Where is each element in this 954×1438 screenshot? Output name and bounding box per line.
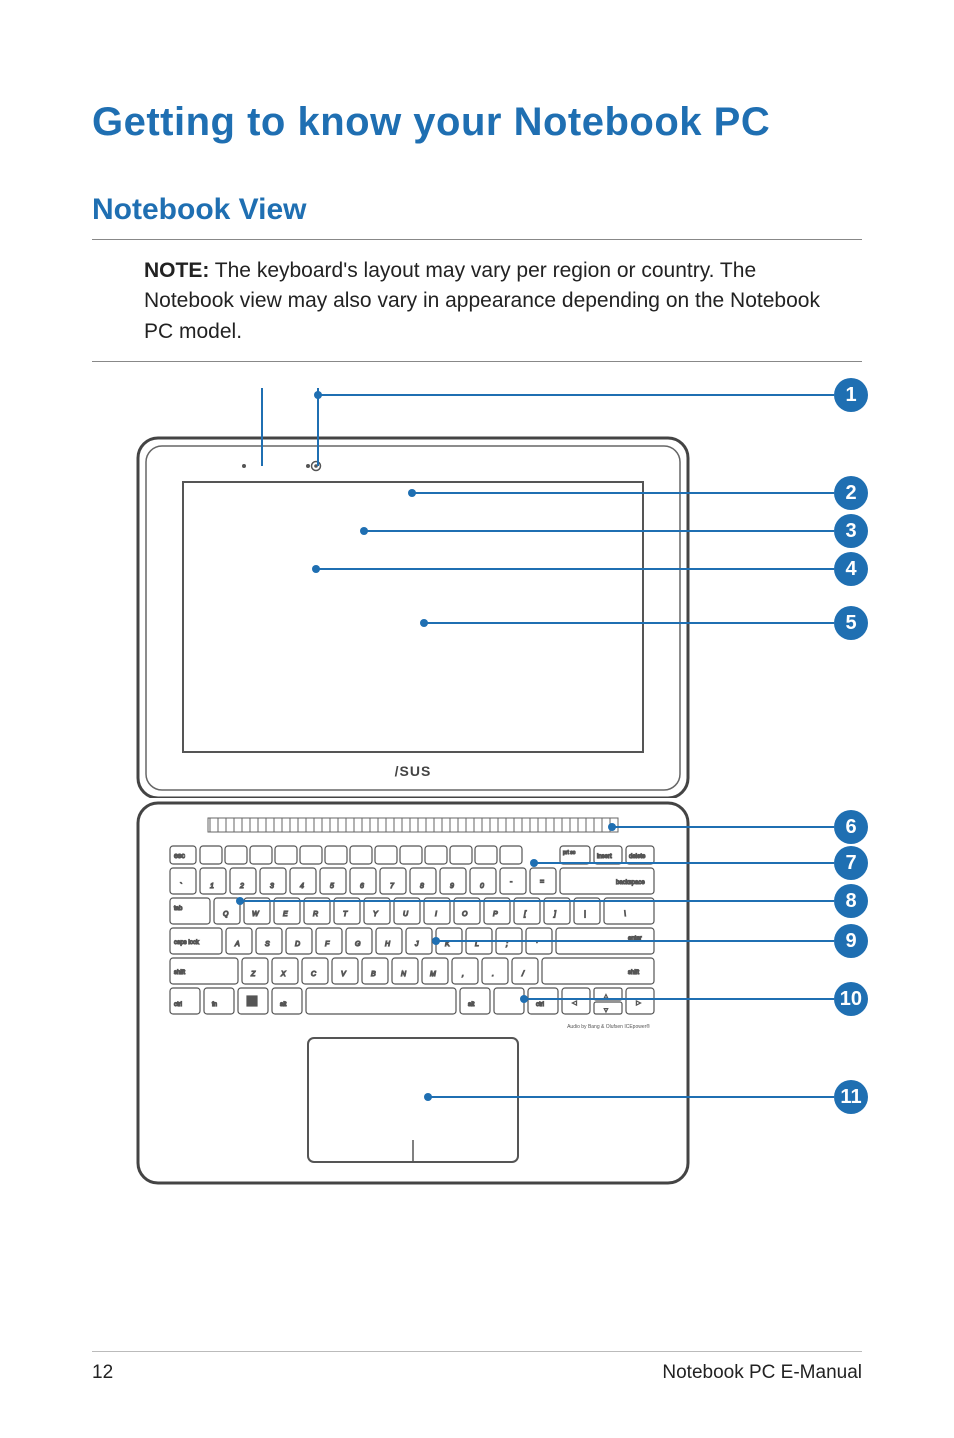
- svg-text:Q: Q: [223, 911, 229, 918]
- callout-11: 11: [834, 1080, 868, 1114]
- mic-dot: [242, 464, 246, 468]
- divider: [92, 361, 862, 362]
- svg-text:X: X: [280, 971, 286, 978]
- svg-text:Z: Z: [250, 971, 256, 978]
- sensor-dot: [306, 464, 310, 468]
- svg-text:E: E: [283, 911, 288, 918]
- svg-text:shift: shift: [174, 970, 185, 976]
- svg-text:/SUS: /SUS: [395, 763, 432, 779]
- svg-text:ctrl: ctrl: [174, 1002, 182, 1008]
- callout-4: 4: [834, 552, 868, 586]
- svg-text:ctrl: ctrl: [536, 1002, 544, 1008]
- section-heading: Notebook View: [92, 193, 862, 227]
- svg-text:9: 9: [450, 883, 454, 890]
- svg-text:B: B: [371, 971, 376, 978]
- svg-text:I: I: [435, 911, 437, 918]
- svg-text:8: 8: [420, 883, 424, 890]
- svg-text:A: A: [234, 941, 240, 948]
- callout-number: 9: [834, 924, 868, 958]
- svg-text:=: =: [540, 879, 544, 886]
- svg-text:esc: esc: [174, 853, 185, 860]
- footer-title: Notebook PC E-Manual: [662, 1362, 862, 1384]
- svg-text:M: M: [430, 971, 436, 978]
- svg-text:T: T: [343, 911, 348, 918]
- callout-number: 1: [834, 378, 868, 412]
- callout-number: 7: [834, 846, 868, 880]
- callout-number: 2: [834, 476, 868, 510]
- page-footer: 12 Notebook PC E-Manual: [92, 1351, 862, 1384]
- svg-text:3: 3: [270, 883, 274, 890]
- svg-text:G: G: [355, 941, 361, 948]
- callout-5: 5: [834, 606, 868, 640]
- svg-text:J: J: [414, 941, 419, 948]
- callout-10: 10: [834, 982, 868, 1016]
- callout-number: 4: [834, 552, 868, 586]
- speaker-grille: [208, 818, 618, 832]
- callout-9: 9: [834, 924, 868, 958]
- callout-7: 7: [834, 846, 868, 880]
- callout-number: 5: [834, 606, 868, 640]
- svg-text:alt: alt: [280, 1002, 287, 1008]
- callout-number: 11: [834, 1080, 868, 1114]
- svg-text:F: F: [325, 941, 330, 948]
- svg-text:,: ,: [462, 971, 464, 978]
- svg-text:1: 1: [210, 883, 214, 890]
- svg-text:S: S: [265, 941, 270, 948]
- callout-number: 8: [834, 884, 868, 918]
- svg-text:5: 5: [330, 883, 334, 890]
- svg-text:fn: fn: [212, 1002, 217, 1008]
- svg-text:tab: tab: [174, 906, 183, 912]
- svg-text:4: 4: [300, 883, 304, 890]
- svg-text:caps lock: caps lock: [174, 940, 200, 946]
- svg-text:R: R: [313, 911, 318, 918]
- callout-1: 1: [834, 378, 868, 412]
- callout-2: 2: [834, 476, 868, 510]
- notebook-diagram: /SUS esc: [92, 378, 862, 1208]
- divider: [92, 239, 862, 240]
- svg-text:alt: alt: [468, 1002, 475, 1008]
- callout-3: 3: [834, 514, 868, 548]
- callout-8: 8: [834, 884, 868, 918]
- manual-page: Getting to know your Notebook PC Noteboo…: [0, 0, 954, 1438]
- svg-text:;: ;: [506, 941, 508, 948]
- svg-text:K: K: [445, 941, 450, 948]
- svg-text:D: D: [295, 941, 300, 948]
- svg-text:2: 2: [239, 883, 244, 890]
- page-number: 12: [92, 1362, 113, 1384]
- callout-number: 10: [834, 982, 868, 1016]
- svg-text:P: P: [493, 911, 498, 918]
- brand-logo: /SUS: [395, 763, 432, 779]
- svg-text:6: 6: [360, 883, 364, 890]
- svg-text:`: `: [180, 883, 182, 890]
- note-block: NOTE: The keyboard's layout may vary per…: [92, 256, 862, 347]
- note-label: NOTE:: [144, 259, 209, 282]
- page-title: Getting to know your Notebook PC: [92, 100, 862, 145]
- note-text: The keyboard's layout may vary per regio…: [144, 259, 820, 343]
- svg-text:0: 0: [480, 883, 484, 890]
- svg-text:.: .: [492, 971, 494, 978]
- svg-text:O: O: [462, 911, 468, 918]
- callout-6: 6: [834, 810, 868, 844]
- svg-text:L: L: [475, 941, 479, 948]
- callout-number: 6: [834, 810, 868, 844]
- callout-number: 3: [834, 514, 868, 548]
- callout-layer: 1 2 3 4 5 6 7: [568, 378, 868, 1198]
